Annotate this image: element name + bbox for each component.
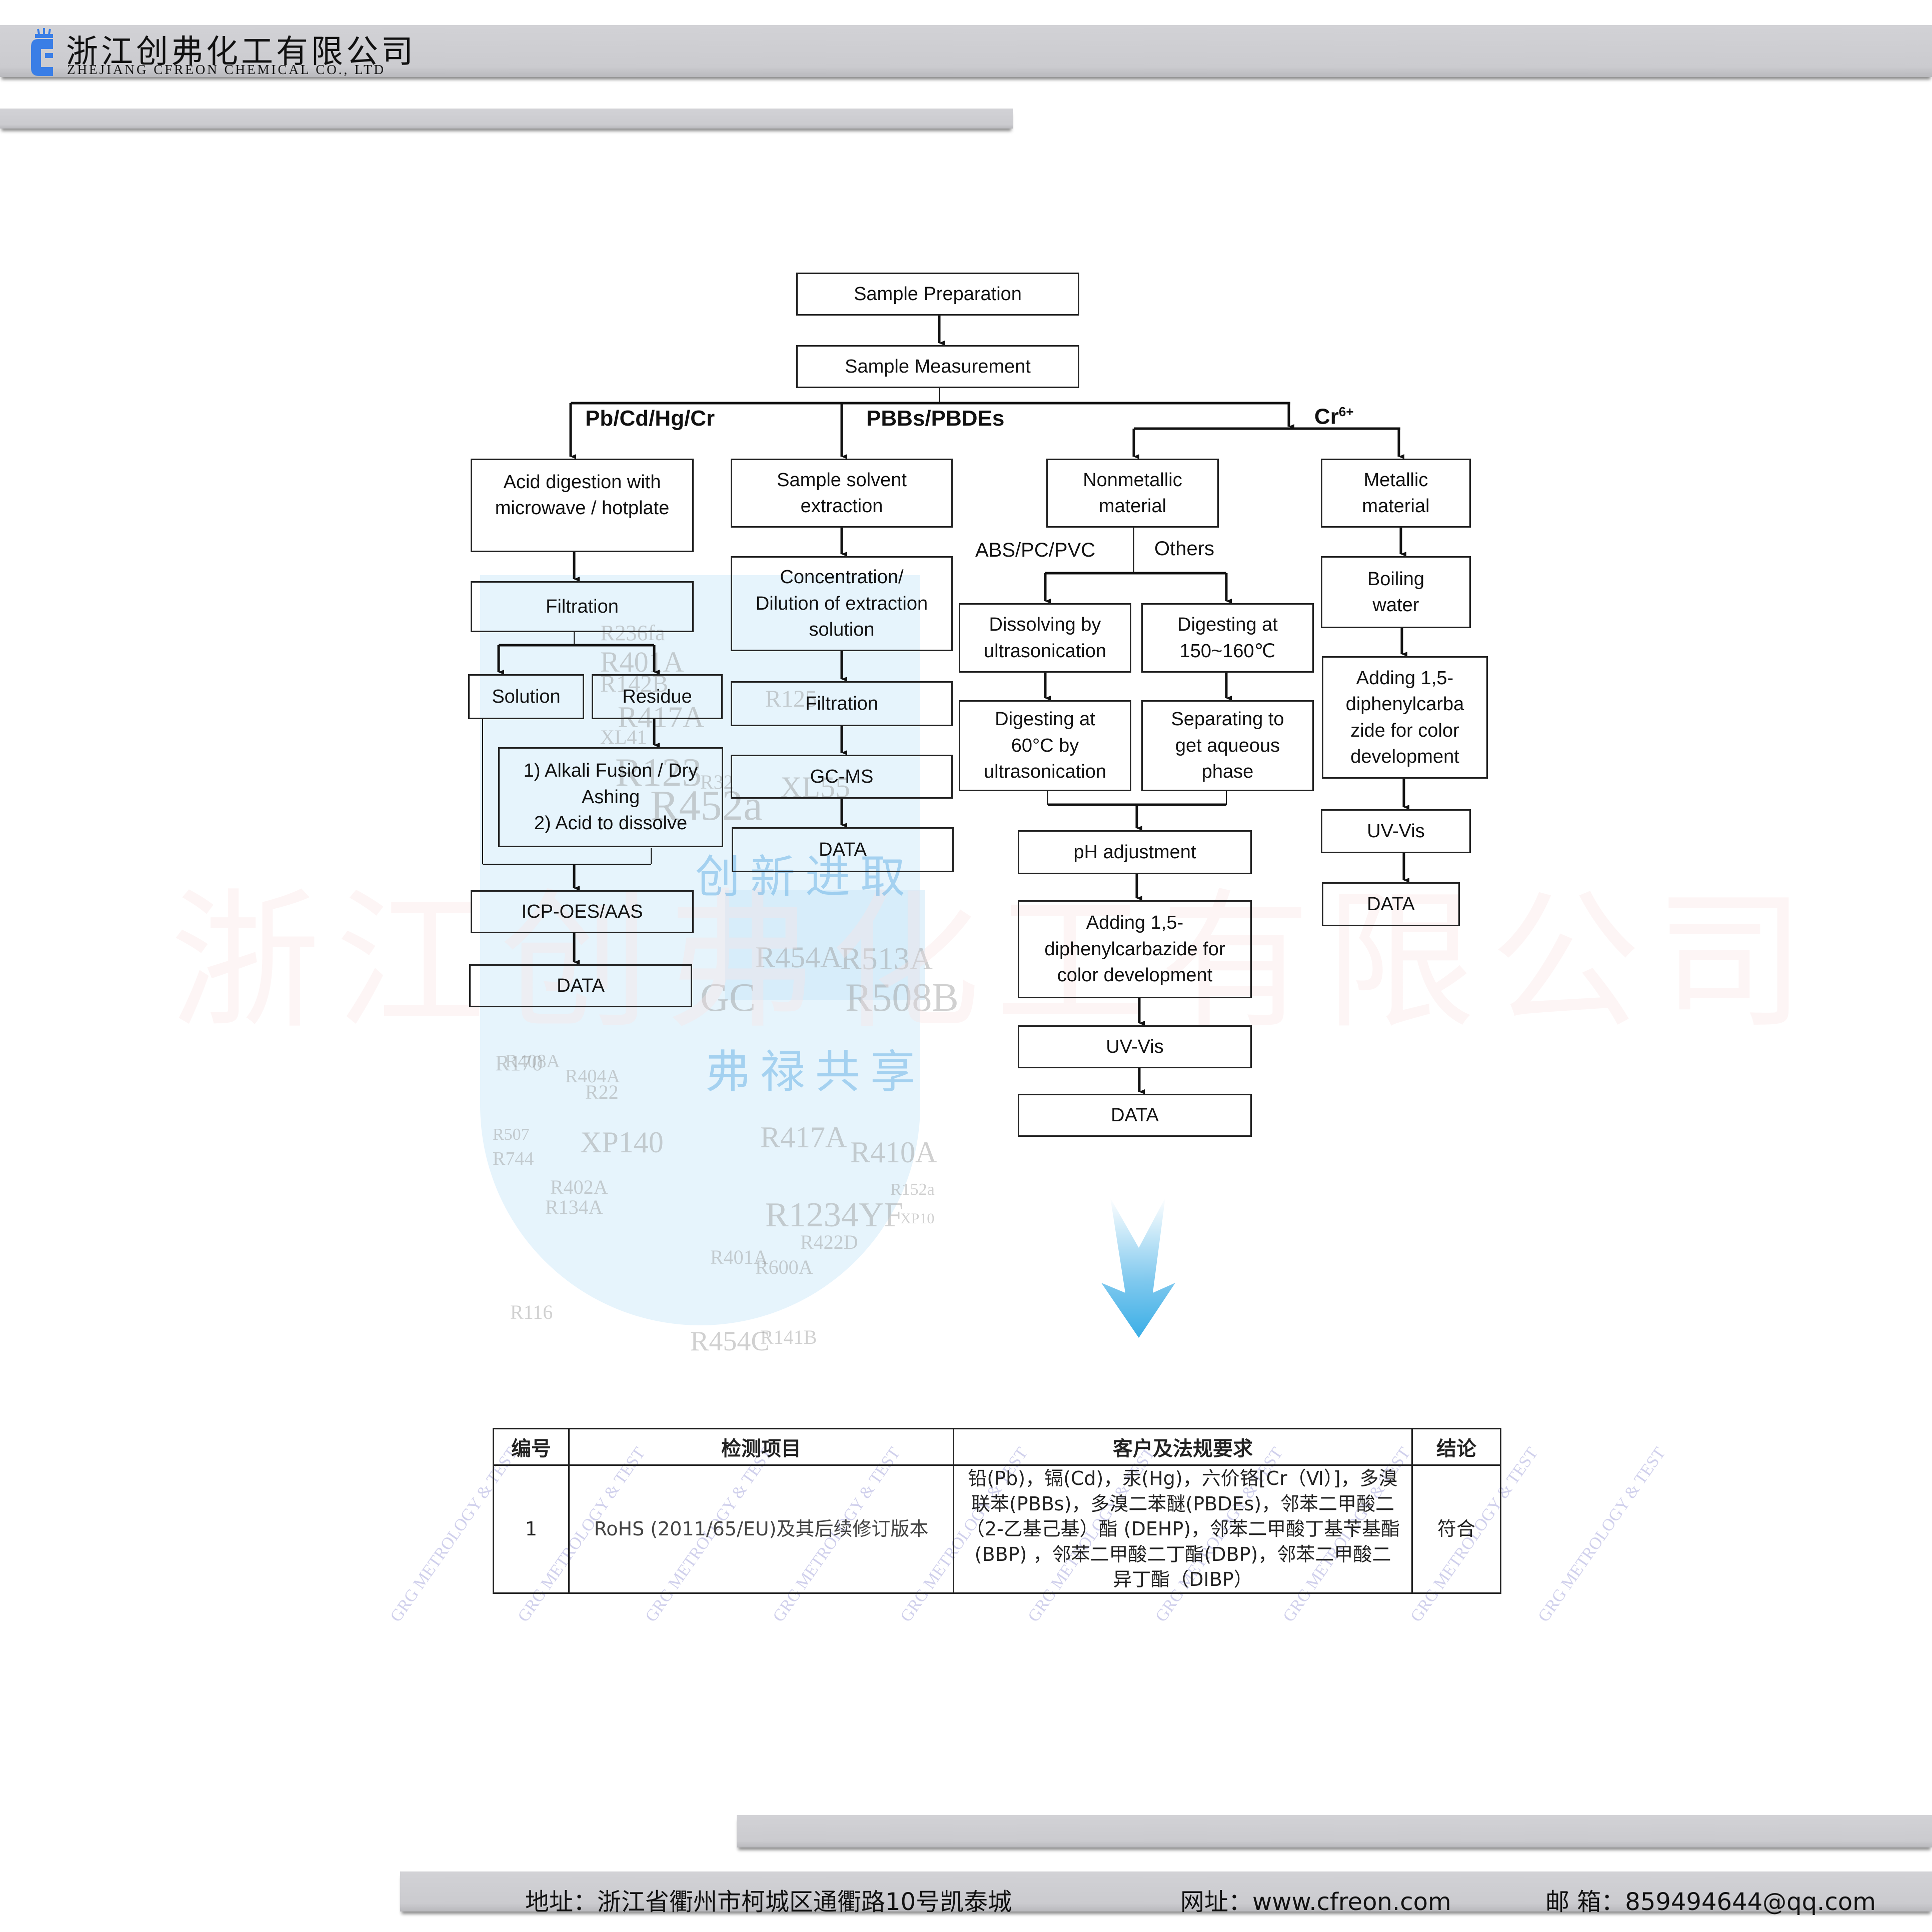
step-adding-diphenylcarbazide-nonmetallic: Adding 1,5- diphenylcarbazide for color … bbox=[1018, 900, 1252, 998]
step-gc-ms: GC-MS bbox=[731, 755, 953, 799]
cell-conclusion: 符合 bbox=[1411, 1464, 1501, 1594]
address-label: 地址： bbox=[525, 1888, 598, 1916]
email-link[interactable]: 859494644@qq.com bbox=[1625, 1888, 1876, 1916]
step-adding-diphenylcarbazide-metallic: Adding 1,5- diphenylcarba zide for color… bbox=[1322, 656, 1488, 779]
header-test-item: 检测项目 bbox=[568, 1428, 954, 1466]
footer-address: 地址：浙江省衢州市柯城区通衢路10号凯泰城 bbox=[525, 1882, 1012, 1917]
step-metallic-material: Metallic material bbox=[1321, 459, 1471, 528]
step-digesting-60: Digesting at 60°C by ultrasonication bbox=[959, 700, 1131, 791]
step-icp-oes-aas: ICP-OES/AAS bbox=[471, 890, 694, 933]
label-others: Others bbox=[1154, 538, 1215, 560]
step-acid-digestion-text: Acid digestion with microwave / hotplate bbox=[495, 472, 670, 519]
website-link[interactable]: www.cfreon.com bbox=[1252, 1888, 1451, 1916]
header-number: 编号 bbox=[493, 1428, 570, 1466]
step-solvent-extraction: Sample solvent extraction bbox=[731, 459, 953, 528]
step-dissolving-ultrasonication: Dissolving by ultrasonication bbox=[959, 603, 1131, 673]
cell-number: 1 bbox=[493, 1464, 570, 1594]
result-table: 编号 检测项目 客户及法规要求 结论 1 RoHS (2011/65/EU)及其… bbox=[493, 1428, 1501, 1594]
branch-label-heavy-metals: Pb/Cd/Hg/Cr bbox=[585, 406, 715, 431]
step-residue-treatment: 1) Alkali Fusion / Dry Ashing 2) Acid to… bbox=[498, 747, 723, 847]
website-label: 网址： bbox=[1180, 1888, 1253, 1916]
header-requirements: 客户及法规要求 bbox=[953, 1428, 1413, 1466]
table-header-row: 编号 检测项目 客户及法规要求 结论 bbox=[493, 1428, 1501, 1466]
step-uv-vis-metallic: UV-Vis bbox=[1321, 809, 1471, 853]
step-residue: Residue bbox=[592, 674, 723, 719]
step-acid-digestion: Acid digestion with microwave / hotplate bbox=[471, 459, 694, 552]
label-abs-pc-pvc: ABS/PC/PVC bbox=[975, 539, 1096, 561]
header-conclusion: 结论 bbox=[1411, 1428, 1501, 1466]
footer-upper-bar bbox=[737, 1815, 1932, 1847]
email-label: 邮 箱： bbox=[1545, 1888, 1625, 1916]
step-filtration-metals: Filtration bbox=[471, 581, 694, 632]
step-solution: Solution bbox=[468, 674, 584, 719]
step-filtration-pbb: Filtration bbox=[731, 681, 953, 726]
step-sample-preparation: Sample Preparation bbox=[796, 273, 1079, 316]
cell-requirements: 铅(Pb)，镉(Cd)，汞(Hg)，六价铬[Cr（Ⅵ）]，多溴联苯(PBBs)，… bbox=[953, 1464, 1413, 1594]
down-arrow-icon bbox=[1101, 1198, 1175, 1338]
footer-email: 邮 箱：859494644@qq.com bbox=[1545, 1882, 1876, 1917]
chromium-charge: 6+ bbox=[1338, 404, 1354, 419]
branch-label-flame-retardants: PBBs/PBDEs bbox=[866, 406, 1005, 431]
step-boiling-water: Boiling water bbox=[1321, 556, 1471, 628]
step-uv-vis-nonmetallic: UV-Vis bbox=[1018, 1025, 1252, 1068]
step-data-metallic: DATA bbox=[1322, 882, 1460, 926]
chromium-symbol: Cr bbox=[1314, 404, 1339, 429]
table-row: 1 RoHS (2011/65/EU)及其后续修订版本 铅(Pb)，镉(Cd)，… bbox=[493, 1464, 1501, 1594]
step-sample-measurement: Sample Measurement bbox=[796, 345, 1079, 388]
address-value: 浙江省衢州市柯城区通衢路10号凯泰城 bbox=[597, 1888, 1012, 1916]
step-digesting-150-160: Digesting at 150~160℃ bbox=[1141, 603, 1314, 673]
step-ph-adjustment: pH adjustment bbox=[1018, 830, 1252, 874]
step-data-nonmetallic: DATA bbox=[1018, 1094, 1252, 1137]
step-nonmetallic-material: Nonmetallic material bbox=[1046, 459, 1219, 528]
footer-website: 网址：www.cfreon.com bbox=[1180, 1882, 1451, 1917]
branch-label-chromium: Cr6+ bbox=[1314, 404, 1354, 430]
step-data-pbb: DATA bbox=[732, 827, 954, 872]
cell-test-item: RoHS (2011/65/EU)及其后续修订版本 bbox=[568, 1464, 954, 1594]
step-data-metals: DATA bbox=[469, 964, 692, 1007]
step-separating-aqueous: Separating to get aqueous phase bbox=[1141, 700, 1314, 791]
step-concentration: Concentration/ Dilution of extraction so… bbox=[731, 556, 953, 651]
